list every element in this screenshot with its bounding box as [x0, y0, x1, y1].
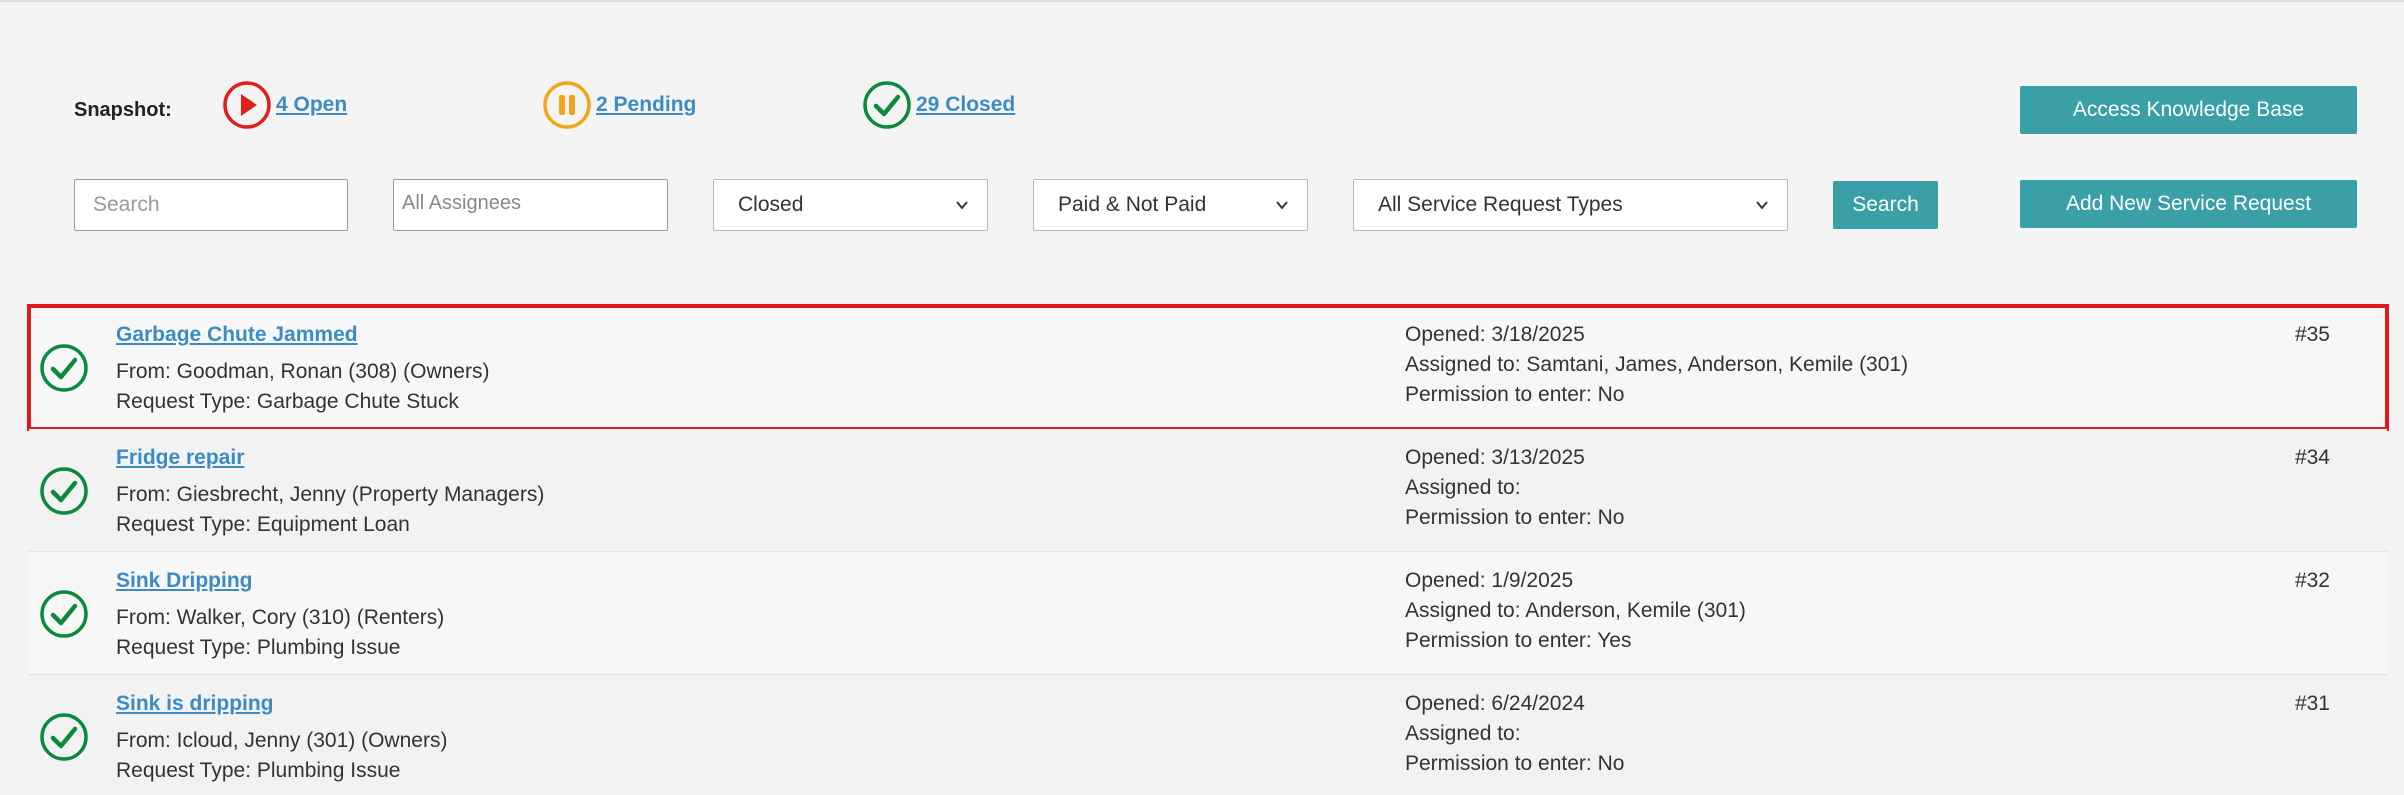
request-opened: Opened: 6/24/2024: [1405, 692, 1585, 715]
request-number: #31: [2294, 692, 2330, 715]
snapshot-pending[interactable]: 2 Pending: [542, 80, 696, 130]
request-type: Request Type: Plumbing Issue: [116, 759, 401, 782]
open-requests-link[interactable]: 4 Open: [276, 93, 347, 117]
snapshot-closed[interactable]: 29 Closed: [862, 80, 1015, 130]
chevron-down-icon: [956, 201, 968, 210]
chevron-down-icon: [1276, 201, 1288, 210]
check-circle-icon: [40, 713, 88, 761]
list-item[interactable]: Garbage Chute Jammed From: Goodman, Rona…: [27, 304, 2389, 431]
snapshot-bar: Snapshot:: [74, 82, 224, 138]
request-summary: Sink Dripping From: Walker, Cory (310) (…: [116, 566, 444, 663]
request-assigned: Assigned to: Samtani, James, Anderson, K…: [1405, 353, 1909, 376]
request-permission: Permission to enter: No: [1405, 383, 1625, 406]
search-input[interactable]: Search: [74, 179, 348, 231]
request-permission: Permission to enter: No: [1405, 752, 1625, 775]
pause-circle-icon: [542, 80, 592, 130]
status-select[interactable]: Closed: [713, 179, 988, 231]
add-new-service-request-button[interactable]: Add New Service Request: [2020, 180, 2357, 228]
snapshot-label: Snapshot:: [74, 98, 172, 121]
request-opened: Opened: 1/9/2025: [1405, 569, 1574, 592]
closed-requests-link[interactable]: 29 Closed: [916, 93, 1015, 117]
request-assigned: Assigned to: Anderson, Kemile (301): [1405, 599, 1746, 622]
check-circle-icon: [862, 80, 912, 130]
assignees-filter-input[interactable]: All Assignees: [393, 179, 668, 231]
list-item[interactable]: Sink is dripping From: Icloud, Jenny (30…: [29, 675, 2387, 795]
check-circle-icon: [40, 590, 88, 638]
request-type-select[interactable]: All Service Request Types: [1353, 179, 1788, 231]
request-type: Request Type: Garbage Chute Stuck: [116, 390, 459, 413]
list-item[interactable]: Fridge repair From: Giesbrecht, Jenny (P…: [29, 429, 2387, 552]
request-from: From: Giesbrecht, Jenny (Property Manage…: [116, 483, 545, 506]
list-item[interactable]: Sink Dripping From: Walker, Cory (310) (…: [29, 552, 2387, 675]
request-permission: Permission to enter: Yes: [1405, 629, 1632, 652]
request-details: Opened: 3/18/2025 Assigned to: Samtani, …: [1405, 320, 1908, 410]
request-assigned: Assigned to:: [1405, 476, 1521, 499]
chevron-down-icon: [1756, 201, 1768, 210]
paid-select[interactable]: Paid & Not Paid: [1033, 179, 1308, 231]
play-circle-icon: [222, 80, 272, 130]
request-title-link[interactable]: Sink is dripping: [116, 689, 447, 719]
request-permission: Permission to enter: No: [1405, 506, 1625, 529]
search-button[interactable]: Search: [1833, 181, 1938, 229]
check-circle-icon: [40, 467, 88, 515]
request-number: #34: [2294, 446, 2330, 469]
request-details: Opened: 1/9/2025 Assigned to: Anderson, …: [1405, 566, 1746, 656]
request-type: Request Type: Equipment Loan: [116, 513, 410, 536]
status-select-value: Closed: [738, 193, 804, 216]
request-type-select-value: All Service Request Types: [1378, 193, 1623, 216]
request-opened: Opened: 3/13/2025: [1405, 446, 1585, 469]
service-request-list: Garbage Chute Jammed From: Goodman, Rona…: [27, 304, 2389, 795]
request-assigned: Assigned to:: [1405, 722, 1521, 745]
request-title-link[interactable]: Sink Dripping: [116, 566, 444, 596]
request-opened: Opened: 3/18/2025: [1405, 323, 1585, 346]
request-summary: Fridge repair From: Giesbrecht, Jenny (P…: [116, 443, 544, 540]
request-summary: Garbage Chute Jammed From: Goodman, Rona…: [116, 320, 489, 417]
request-details: Opened: 6/24/2024 Assigned to: Permissio…: [1405, 689, 1624, 779]
paid-select-value: Paid & Not Paid: [1058, 193, 1207, 216]
request-from: From: Icloud, Jenny (301) (Owners): [116, 729, 448, 752]
pending-requests-link[interactable]: 2 Pending: [596, 93, 696, 117]
request-number: #32: [2294, 569, 2330, 592]
snapshot-open[interactable]: 4 Open: [222, 80, 347, 130]
request-title-link[interactable]: Fridge repair: [116, 443, 544, 473]
request-details: Opened: 3/13/2025 Assigned to: Permissio…: [1405, 443, 1624, 533]
access-knowledge-base-button[interactable]: Access Knowledge Base: [2020, 86, 2357, 134]
request-type: Request Type: Plumbing Issue: [116, 636, 401, 659]
request-title-link[interactable]: Garbage Chute Jammed: [116, 320, 489, 350]
request-number: #35: [2294, 323, 2330, 346]
request-from: From: Goodman, Ronan (308) (Owners): [116, 360, 490, 383]
check-circle-icon: [40, 344, 88, 392]
request-from: From: Walker, Cory (310) (Renters): [116, 606, 445, 629]
request-summary: Sink is dripping From: Icloud, Jenny (30…: [116, 689, 447, 786]
